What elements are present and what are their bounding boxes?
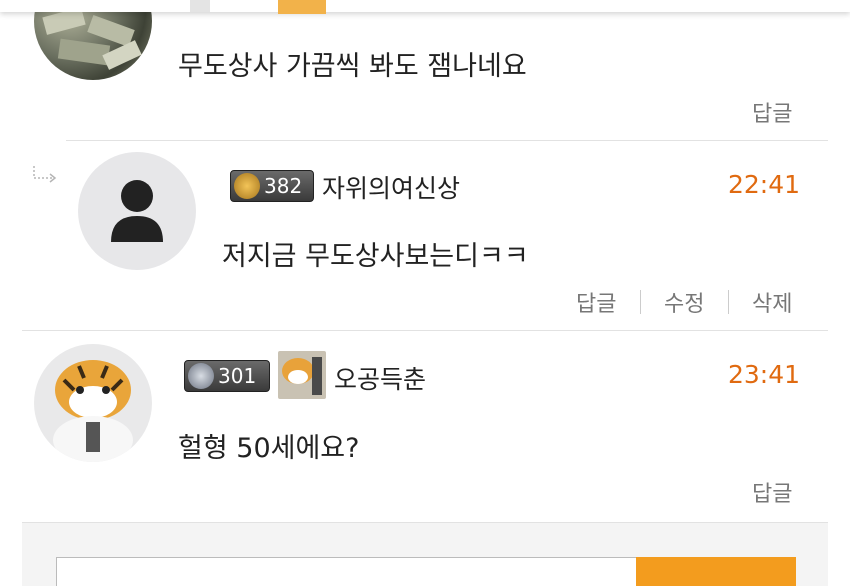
level-number: 382 [264,174,303,198]
comment-text: 무도상사 가끔씩 봐도 잼나네요 [178,51,527,82]
avatar-money[interactable] [34,0,152,80]
submit-button[interactable] [636,557,796,586]
comment-text: 저지금 무도상사보는디ㅋㅋ [222,241,529,272]
reply-button[interactable]: 답글 [576,286,616,318]
action-separator [640,290,641,314]
comment-input[interactable] [56,557,640,586]
delete-button[interactable]: 삭제 [752,286,792,318]
nickname[interactable]: 자위의여신상 [322,169,460,205]
tiger-icon [53,360,133,462]
level-icon [188,363,214,389]
level-number: 301 [218,364,257,388]
level-badge: 382 [230,170,314,202]
reply-button[interactable]: 답글 [752,476,792,508]
comment-page: 무도상사 가끔씩 봐도 잼나네요 답글 382 자위의여신상 22:41 저지금… [0,0,850,586]
divider [66,140,828,141]
header-badge [278,0,326,14]
nickname[interactable]: 오공득춘 [334,360,426,396]
level-icon [234,173,260,199]
user-emblem [278,351,326,399]
timestamp: 23:41 [728,360,801,389]
comment-text: 헐형 50세에요? [178,433,360,464]
edit-button[interactable]: 수정 [664,286,704,318]
comment-input-area [22,522,828,586]
reply-arrow-icon [33,166,57,183]
money-pile-icon [42,7,142,70]
tiger-emblem-icon [282,357,322,395]
top-header-bar [0,0,850,14]
divider [22,330,828,331]
timestamp: 22:41 [728,170,801,199]
level-badge: 301 [184,360,270,392]
avatar-tiger[interactable] [34,344,152,462]
header-icon [190,0,210,12]
user-icon [111,180,163,242]
action-separator [728,290,729,314]
reply-button[interactable]: 답글 [752,96,792,128]
avatar-default[interactable] [78,152,196,270]
